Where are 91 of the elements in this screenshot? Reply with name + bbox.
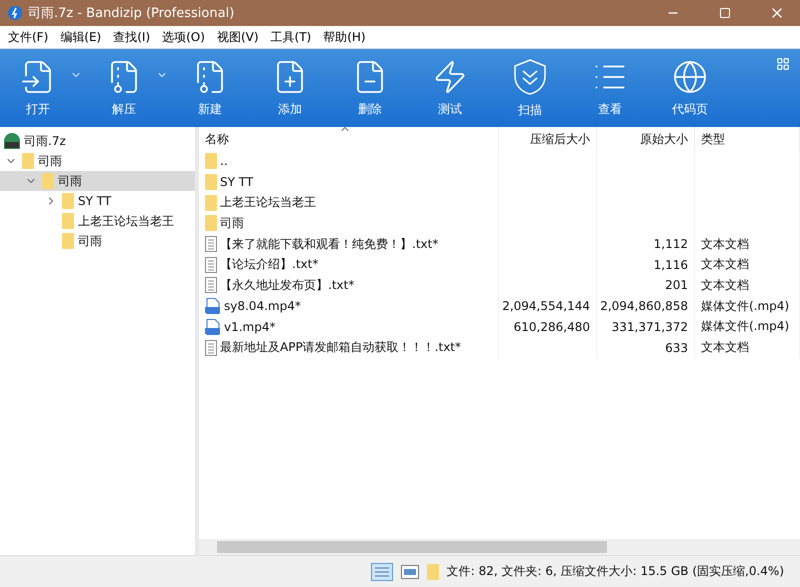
menu-item[interactable]: 文件(F)	[2, 26, 54, 48]
column-header[interactable]: 原始大小	[597, 127, 695, 151]
tree-item-label: SY TT	[78, 194, 112, 208]
column-header[interactable]: 名称	[199, 127, 499, 151]
tree-item[interactable]: 司雨	[0, 171, 195, 191]
shield-icon	[512, 58, 548, 96]
name-cell[interactable]: 【来了就能下载和观看！纯免费！】.txt*	[199, 234, 499, 254]
archive-7z-icon	[4, 133, 20, 149]
tree-item[interactable]: SY TT	[0, 191, 195, 211]
file-name: v1.mp4*	[224, 320, 276, 334]
window-title: 司雨.7z - Bandizip (Professional)	[28, 5, 236, 22]
name-cell[interactable]: SY TT	[199, 172, 499, 192]
folder-icon	[62, 233, 74, 249]
video-file-icon	[205, 298, 221, 314]
name-cell[interactable]: sy8.04.mp4*	[199, 296, 499, 316]
table-cell: 媒体文件(.mp4)	[695, 316, 800, 338]
horizontal-scrollbar[interactable]	[199, 539, 800, 555]
toolbar-button[interactable]: 新建	[182, 49, 238, 127]
table-cell: 文本文档	[695, 254, 800, 276]
table-cell: 2,094,554,144	[499, 296, 597, 316]
text-file-icon	[205, 340, 217, 356]
toolbar-button[interactable]: 解压	[96, 49, 168, 127]
table-cell: 文本文档	[695, 337, 800, 358]
table-cell: 文本文档	[695, 275, 800, 296]
tree-item-label: 司雨	[38, 152, 62, 170]
folder-icon	[205, 153, 217, 170]
tree-item-label: 司雨	[78, 232, 102, 250]
table-cell: 媒体文件(.mp4)	[695, 296, 800, 316]
file-name: 最新地址及APP请发邮箱自动获取！！！.txt*	[220, 339, 462, 356]
file-name: 【论坛介绍】.txt*	[220, 256, 318, 274]
folder-icon	[205, 215, 217, 232]
file-name: 上老王论坛当老王	[220, 194, 316, 212]
status-text: 文件: 82, 文件夹: 6, 压缩文件大小: 15.5 GB (固实压缩,0.4%)	[446, 563, 784, 580]
toolbar-button[interactable]: 打开	[10, 49, 82, 127]
globe-icon	[672, 58, 708, 94]
text-file-icon	[205, 256, 217, 273]
tree-item-label[interactable]: 司雨.7z	[24, 132, 66, 150]
tree-item[interactable]: 司雨	[0, 151, 195, 171]
name-cell[interactable]: 最新地址及APP请发邮箱自动获取！！！.txt*	[199, 337, 499, 358]
folder-icon	[205, 194, 217, 211]
table-cell: 2,094,860,858	[597, 296, 695, 316]
menu-item[interactable]: 查找(I)	[107, 26, 156, 48]
name-cell[interactable]: 【永久地址发布页】.txt*	[199, 275, 499, 296]
table-cell: 610,286,480	[499, 316, 597, 338]
menu-item[interactable]: 工具(T)	[264, 26, 318, 48]
name-cell[interactable]: 司雨	[199, 213, 499, 234]
file-name: 【永久地址发布页】.txt*	[220, 276, 354, 294]
file-name: sy8.04.mp4*	[224, 299, 301, 314]
toolbar-button[interactable]: 查看	[582, 49, 638, 127]
menu-item[interactable]: 编辑(E)	[54, 26, 108, 48]
toolbar-button[interactable]: 测试	[422, 49, 478, 127]
table-cell: 1,112	[597, 234, 695, 254]
toolbar-button[interactable]: 添加	[262, 49, 318, 127]
toolbar-button[interactable]: 代码页	[662, 49, 718, 127]
file-name: 【来了就能下载和观看！纯免费！】.txt*	[220, 236, 438, 253]
table-cell: 331,371,372	[597, 316, 695, 338]
file-name: SY TT	[220, 175, 254, 190]
toolbar-button[interactable]: 删除	[342, 49, 398, 127]
column-header[interactable]: 类型	[695, 127, 800, 151]
tree-item[interactable]: 上老王论坛当老王	[0, 211, 195, 231]
folder-icon	[62, 193, 74, 209]
tree-item-label: 上老王论坛当老王	[78, 212, 174, 230]
video-file-icon	[205, 318, 221, 335]
name-cell[interactable]: 【论坛介绍】.txt*	[199, 254, 499, 276]
tree-item[interactable]: 司雨	[0, 231, 195, 251]
table-cell: 1,116	[597, 254, 695, 276]
menu-item[interactable]: 帮助(H)	[317, 26, 372, 48]
layout-grid-icon[interactable]	[776, 57, 790, 71]
text-file-icon	[205, 277, 217, 294]
maximize-icon	[719, 7, 731, 19]
table-cell: 633	[597, 337, 695, 358]
file-name: ..	[220, 154, 228, 168]
tree-item-label: 司雨	[58, 172, 82, 190]
table-cell: 文本文档	[695, 234, 800, 254]
name-cell[interactable]: 上老王论坛当老王	[199, 192, 499, 214]
column-header[interactable]: 压缩后大小	[499, 127, 597, 151]
file-name: 司雨	[220, 214, 244, 232]
name-cell[interactable]: ..	[199, 151, 499, 172]
toolbar-button[interactable]: 扫描	[502, 49, 558, 127]
name-cell[interactable]: v1.mp4*	[199, 316, 499, 338]
menu-item[interactable]: 选项(O)	[156, 26, 211, 48]
folder-icon	[22, 153, 34, 169]
folder-icon	[42, 173, 54, 189]
table-cell: 201	[597, 275, 695, 296]
details-view-icon[interactable]	[370, 562, 393, 580]
image-view-icon[interactable]	[400, 564, 419, 578]
menu-item[interactable]: 视图(V)	[210, 26, 265, 48]
text-file-icon	[205, 236, 217, 252]
folder-icon	[62, 213, 74, 229]
folder-icon	[205, 174, 217, 190]
app-logo-icon	[8, 6, 22, 20]
